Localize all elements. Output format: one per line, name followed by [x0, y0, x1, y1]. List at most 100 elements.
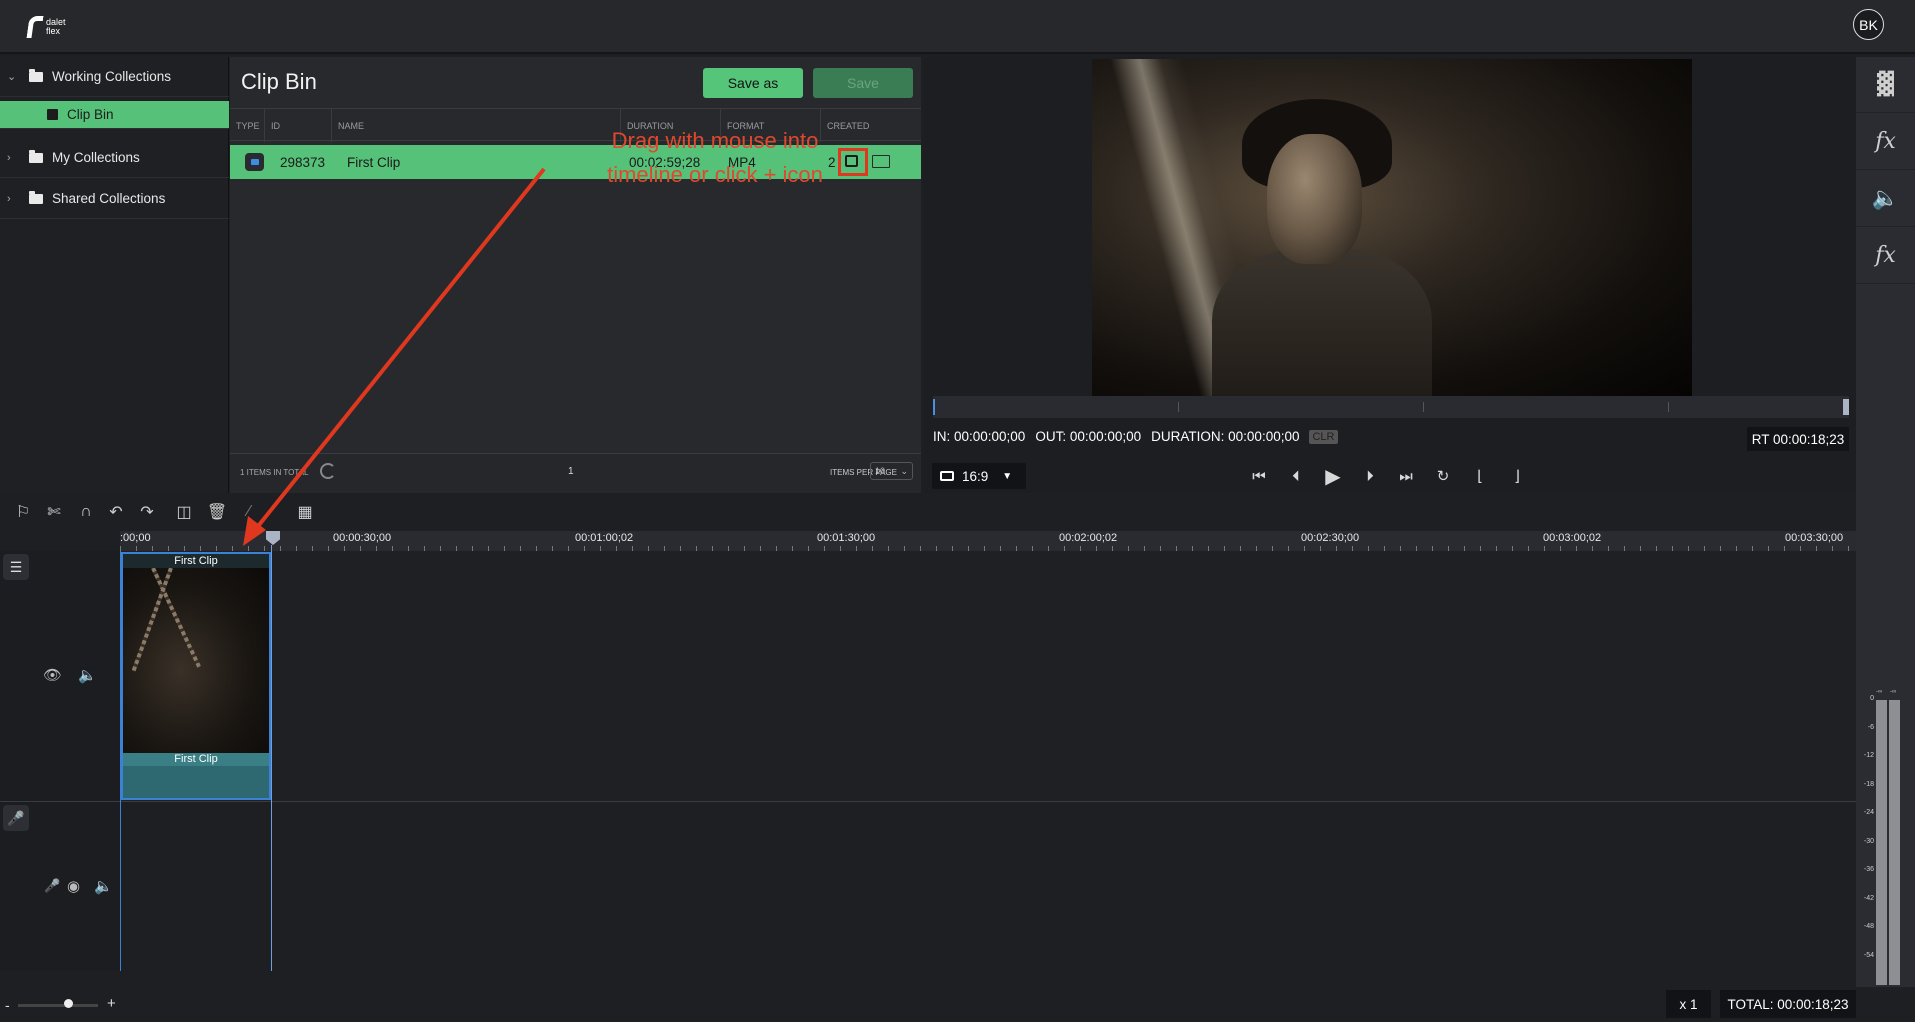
add-marker-icon[interactable]: ⚐: [14, 503, 32, 521]
timeline-toolbar: ⚐ ✄ ∩ ↶ ↷ ◫ 🗑 ⁄ ▦: [0, 493, 1856, 531]
chevron-right-icon[interactable]: ›: [7, 152, 19, 164]
clear-button[interactable]: CLR: [1309, 429, 1338, 444]
step-back-icon[interactable]: ⏴: [1284, 465, 1308, 487]
scrub-end-handle[interactable]: [1843, 399, 1849, 415]
meter-scale-label: -42: [1863, 894, 1874, 902]
top-bar: dalet flex BK: [0, 0, 1915, 54]
audio-level-meter: [1876, 700, 1900, 985]
tree-item-my-collections[interactable]: › My Collections: [0, 138, 229, 178]
meter-peak-right: -∞: [1889, 689, 1897, 695]
meter-peak-labels: -∞ -∞: [1876, 689, 1896, 695]
ripple-delete-icon[interactable]: ⁄: [240, 503, 258, 521]
tree-item-clip-bin[interactable]: Clip Bin: [0, 101, 229, 129]
undo-icon[interactable]: ↶: [107, 503, 125, 521]
logo-text: dalet flex: [46, 17, 66, 36]
column-header-type[interactable]: TYPE: [230, 109, 264, 142]
user-avatar[interactable]: BK: [1853, 9, 1884, 40]
meter-scale-label: -48: [1863, 923, 1874, 930]
timeline-ruler[interactable]: :00;00 00:00:30;00 00:01:00;02 00:01:30;…: [120, 531, 1856, 551]
meter-scale: 0 -6 -12 -18 -24 -30 -36 -42 -48 -54: [1860, 695, 1874, 980]
snap-magnet-icon[interactable]: ∩: [77, 503, 95, 521]
aspect-ratio-select[interactable]: 16:9 ▼: [932, 463, 1026, 489]
logo-mark-icon: [26, 16, 44, 38]
total-duration: TOTAL: 00:00:18;23: [1720, 990, 1856, 1018]
meter-scale-label: -6: [1867, 723, 1874, 731]
annotation-text: Drag with mouse into timeline or click +…: [555, 124, 875, 192]
app-logo[interactable]: dalet flex: [26, 12, 88, 42]
ruler-label: 00:02:00;02: [1059, 532, 1118, 544]
bins-icon[interactable]: ▓: [1856, 57, 1915, 113]
go-to-start-icon[interactable]: ⏮: [1247, 465, 1271, 487]
delete-icon[interactable]: 🗑: [207, 503, 227, 521]
folder-icon: [29, 190, 43, 204]
ruler-label: 00:01:30;00: [817, 532, 876, 544]
scrub-start-marker[interactable]: [933, 399, 935, 415]
broadcast-icon[interactable]: ◉: [67, 877, 80, 895]
preview-viewer: IN: 00:00:00;00 OUT: 00:00:00;00 DURATIO…: [924, 57, 1856, 493]
record-mic-icon[interactable]: 🎤: [44, 878, 60, 894]
ruler-label: 00:01:00;02: [575, 532, 634, 544]
playback-speed[interactable]: x 1: [1666, 990, 1711, 1018]
zoom-slider-knob[interactable]: [64, 999, 73, 1008]
timeline-clip[interactable]: First Clip First Clip: [121, 552, 271, 800]
track-settings-icon[interactable]: ☰: [3, 554, 29, 580]
meter-scale-label: -24: [1863, 809, 1874, 816]
chevron-right-icon[interactable]: ›: [7, 193, 19, 205]
video-frame[interactable]: [1092, 59, 1692, 396]
tree-item-working-collections[interactable]: ⌄ Working Collections: [0, 57, 229, 97]
refresh-icon[interactable]: [320, 463, 336, 479]
tree-item-label: Shared Collections: [52, 191, 166, 206]
redo-icon[interactable]: ↷: [138, 503, 156, 521]
page-number[interactable]: 1: [568, 466, 574, 477]
zoom-out-button[interactable]: -: [5, 997, 10, 1013]
table-footer: 1 ITEMS IN TOTAL 1 ITEMS PER PAGE 10 ⌄: [230, 453, 921, 493]
duration-readout: DURATION: 00:00:00;00: [1151, 429, 1300, 444]
clip-name: First Clip: [347, 154, 401, 170]
meter-scale-label: -18: [1863, 780, 1874, 788]
playhead-line[interactable]: [271, 545, 272, 971]
razor-icon[interactable]: ✄: [45, 503, 63, 521]
chevron-down-icon[interactable]: ⌄: [7, 70, 19, 83]
track-headers: [0, 551, 120, 971]
tree-item-shared-collections[interactable]: › Shared Collections: [0, 179, 229, 219]
zoom-slider[interactable]: [18, 1004, 98, 1007]
ruler-label: :00;00: [120, 532, 151, 544]
ruler-label: 00:03:00;02: [1543, 532, 1602, 544]
save-button[interactable]: Save: [813, 68, 913, 98]
play-icon[interactable]: ▶: [1321, 465, 1345, 488]
ruler-label: 00:02:30;00: [1301, 532, 1360, 544]
in-point: IN: 00:00:00;00: [933, 429, 1026, 444]
track-divider: [0, 801, 1856, 802]
layout-icon[interactable]: ▦: [296, 503, 314, 521]
meter-scale-label: 0: [1870, 695, 1874, 702]
annotation-line-2: timeline or click + icon: [607, 162, 823, 187]
ruler-label: 00:00:30;00: [333, 532, 392, 544]
video-track[interactable]: [120, 551, 1856, 801]
video-fx-icon[interactable]: fx: [1856, 114, 1915, 170]
clip-label: First Clip: [174, 555, 218, 567]
zoom-in-button[interactable]: +: [107, 995, 116, 1012]
speaker-icon[interactable]: 🔈: [78, 666, 97, 684]
audio-icon[interactable]: 🔈: [1856, 171, 1915, 227]
loop-icon[interactable]: ↻: [1431, 465, 1455, 487]
mark-in-icon[interactable]: ⌊: [1468, 465, 1492, 487]
fit-frame-icon: [940, 471, 954, 481]
save-as-button[interactable]: Save as: [703, 68, 803, 98]
items-per-page-select[interactable]: 10 ⌄: [870, 462, 913, 480]
meter-scale-label: -36: [1863, 866, 1874, 873]
items-total: 1 ITEMS IN TOTAL: [240, 468, 309, 477]
column-header-id[interactable]: ID: [264, 109, 331, 142]
speaker-icon[interactable]: 🔈: [94, 877, 113, 895]
clip-bin-icon: [47, 109, 58, 120]
audio-fx-icon[interactable]: fx: [1856, 228, 1915, 284]
tree-item-label: Working Collections: [52, 69, 172, 84]
mark-out-icon[interactable]: ⌋: [1505, 465, 1529, 487]
step-forward-icon[interactable]: ⏵: [1358, 465, 1382, 487]
eye-icon[interactable]: 👁: [43, 666, 62, 684]
tree-item-label: My Collections: [52, 150, 140, 165]
microphone-icon[interactable]: 🎤: [3, 805, 29, 831]
go-to-end-icon[interactable]: ⏭: [1394, 465, 1418, 487]
scrub-bar[interactable]: [933, 396, 1849, 418]
meter-scale-label: -12: [1863, 752, 1874, 759]
split-clip-icon[interactable]: ◫: [171, 503, 197, 521]
